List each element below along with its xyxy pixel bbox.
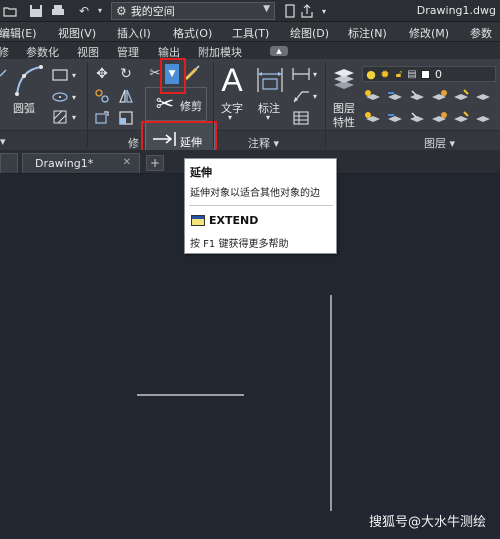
menu-modify[interactable]: 修改(M) <box>409 25 449 41</box>
workspace-label: 我的空间 <box>130 5 175 18</box>
modify-panel-title[interactable]: 修 <box>128 135 139 151</box>
layer-color-swatch <box>421 70 430 79</box>
rotate-icon[interactable]: ↻ <box>118 66 134 82</box>
tooltip-command: EXTEND <box>209 214 259 227</box>
table-icon[interactable] <box>292 110 310 126</box>
tab-addins[interactable]: 附加模块 <box>198 44 242 60</box>
unlock-icon: 🔓︎ <box>395 68 403 80</box>
command-window-icon <box>191 215 205 226</box>
ellipse-icon[interactable] <box>52 90 68 104</box>
draw-panel-expander[interactable]: ▾ <box>0 135 6 148</box>
menu-bar: 编辑(E) 视图(V) 插入(I) 格式(O) 工具(T) 绘图(D) 标注(N… <box>0 22 500 42</box>
print-layer-icon: ▤ <box>407 68 417 80</box>
chevron-down-icon[interactable]: ▾ <box>311 67 319 81</box>
tab-manage[interactable]: 管理 <box>117 44 139 60</box>
layer-tool-icon[interactable] <box>364 110 382 126</box>
leader-icon[interactable] <box>292 88 310 104</box>
print-icon[interactable] <box>50 3 66 19</box>
start-tab[interactable] <box>0 153 18 173</box>
layer-properties-icon[interactable] <box>330 64 358 94</box>
tab-modify[interactable]: 修 <box>0 44 9 60</box>
panel-separator <box>325 62 326 148</box>
undo-dropdown-icon[interactable]: ▾ <box>92 3 108 19</box>
ribbon-minimize-toggle[interactable]: ▲ <box>270 46 288 56</box>
menu-tools[interactable]: 工具(T) <box>232 25 269 41</box>
lightbulb-icon: ● <box>366 67 376 81</box>
phone-icon[interactable] <box>283 3 297 19</box>
arc-label: 圆弧 <box>13 102 35 115</box>
chevron-down-icon[interactable]: ▾ <box>318 4 330 18</box>
watermark: 搜狐号@大水牛测绘 <box>368 515 486 530</box>
move-icon[interactable]: ✥ <box>94 66 110 82</box>
chevron-down-icon[interactable]: ▾ <box>70 90 78 104</box>
polyline-icon[interactable] <box>0 66 8 82</box>
tab-parametric[interactable]: 参数化 <box>26 44 59 60</box>
tab-view[interactable]: 视图 <box>77 44 99 60</box>
panel-separator <box>213 62 214 148</box>
menu-parametric[interactable]: 参数 <box>470 25 492 41</box>
workspace-switcher[interactable]: ⚙ 我的空间 ▼ <box>111 2 275 20</box>
menu-edit[interactable]: 编辑(E) <box>0 25 37 41</box>
chevron-down-icon: ▼ <box>263 4 270 14</box>
layer-properties-label-2[interactable]: 特性 <box>333 114 355 130</box>
layer-tool-icon[interactable] <box>452 88 470 104</box>
layer-tool-icon[interactable] <box>430 110 448 126</box>
new-tab-button[interactable]: + <box>146 155 164 171</box>
layer-tool-icon[interactable] <box>408 110 426 126</box>
undo-icon[interactable]: ↶ <box>76 3 92 19</box>
trim-label: 修剪 <box>180 100 202 113</box>
dimension-dropdown-icon[interactable]: ▾ <box>266 113 270 122</box>
menu-view[interactable]: 视图(V) <box>58 25 96 41</box>
copy-icon[interactable] <box>94 88 110 104</box>
layer-tool-icon[interactable] <box>408 88 426 104</box>
tab-drawing1[interactable]: Drawing1* ✕ <box>22 153 140 173</box>
layer-tool-icon[interactable] <box>364 88 382 104</box>
window-title: Drawing1.dwg <box>416 4 496 17</box>
mirror-icon[interactable] <box>118 88 134 104</box>
layer-tool-icon[interactable] <box>474 110 492 126</box>
menu-dimension[interactable]: 标注(N) <box>348 25 387 41</box>
close-icon[interactable]: ✕ <box>123 157 131 168</box>
layer-tool-icon[interactable] <box>386 88 404 104</box>
layer-tool-icon[interactable] <box>452 110 470 126</box>
arc-icon[interactable] <box>14 64 44 98</box>
dimension-type-icon[interactable] <box>292 66 310 82</box>
folder-icon[interactable] <box>2 3 18 19</box>
annotation-panel-title[interactable]: 注释 ▾ <box>248 135 279 151</box>
linear-dimension-icon[interactable] <box>255 64 285 96</box>
tooltip-help: 按 F1 键获得更多帮助 <box>190 239 289 250</box>
layer-tool-icon[interactable] <box>474 88 492 104</box>
highlight-dropdown-arrow <box>160 58 186 94</box>
rectangle-icon[interactable] <box>52 68 68 82</box>
layer-tool-icon[interactable] <box>386 110 404 126</box>
scale-icon[interactable] <box>118 110 134 126</box>
tooltip-divider <box>189 205 333 206</box>
current-layer-value: 0 <box>435 68 442 81</box>
scissors-icon: ✂ <box>155 91 175 117</box>
menu-insert[interactable]: 插入(I) <box>117 25 151 41</box>
sun-icon: ✹ <box>380 67 390 81</box>
ribbon-tab-bar: 修 参数化 视图 管理 输出 附加模块 ▲ <box>0 42 500 60</box>
menu-format[interactable]: 格式(O) <box>173 25 212 41</box>
layer-dropdown[interactable]: ● ✹ 🔓︎ ▤ 0 <box>362 66 496 82</box>
save-icon[interactable] <box>28 3 44 19</box>
document-tab-label: Drawing1* <box>35 157 94 170</box>
tooltip-title: 延伸 <box>190 166 212 179</box>
text-icon[interactable]: A <box>219 62 245 98</box>
layer-tool-icon[interactable] <box>430 88 448 104</box>
gear-icon: ⚙ <box>116 4 127 18</box>
chevron-down-icon[interactable]: ▾ <box>70 68 78 82</box>
share-icon[interactable] <box>300 3 314 19</box>
chevron-down-icon[interactable]: ▾ <box>311 89 319 103</box>
hatch-icon[interactable] <box>52 110 68 124</box>
layers-panel-title[interactable]: 图层 ▾ <box>424 135 455 151</box>
text-dropdown-icon[interactable]: ▾ <box>228 113 232 122</box>
stretch-icon[interactable] <box>94 110 110 126</box>
panel-separator <box>87 62 88 148</box>
extend-tooltip: 延伸 延伸对象以适合其他对象的边 EXTEND 按 F1 键获得更多帮助 <box>184 158 337 254</box>
menu-draw[interactable]: 绘图(D) <box>290 25 329 41</box>
chevron-down-icon[interactable]: ▾ <box>70 110 78 124</box>
tooltip-description: 延伸对象以适合其他对象的边 <box>190 188 320 199</box>
